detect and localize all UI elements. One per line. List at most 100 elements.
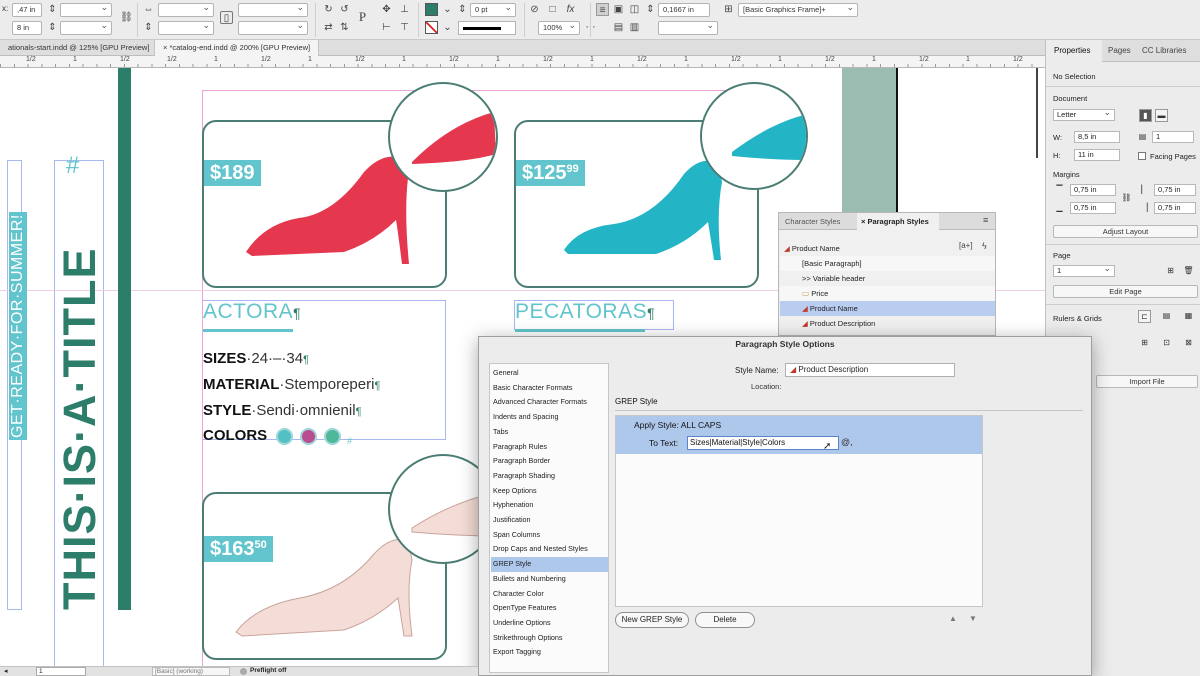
wrap-jump-icon[interactable]: ▤	[612, 21, 625, 34]
scale-x-field[interactable]	[158, 3, 214, 17]
add-page-icon[interactable]: ⊞	[1164, 265, 1177, 278]
category-item[interactable]: Basic Character Formats	[491, 381, 608, 396]
opacity-field[interactable]: 100%	[538, 21, 580, 35]
constrain-proportions-icon[interactable]: ⛓	[120, 11, 133, 24]
chevron-down-icon[interactable]: ⌄	[441, 21, 454, 34]
guides-icon[interactable]: ⊞	[1138, 337, 1151, 350]
lightning-icon[interactable]: ϟ	[982, 241, 987, 251]
rotate-field[interactable]	[238, 3, 308, 17]
category-item[interactable]: Tabs	[491, 425, 608, 440]
opacity-icon[interactable]: ⊘	[528, 3, 541, 16]
select-container-icon[interactable]: P	[356, 10, 369, 23]
category-item[interactable]: GREP Style	[491, 557, 608, 572]
style-name-field[interactable]: ◢ Product Description	[785, 363, 955, 377]
special-characters-icon[interactable]: @,	[841, 437, 853, 447]
fill-swatch[interactable]	[425, 3, 438, 16]
document-height-field[interactable]: 11 in	[1074, 149, 1120, 161]
smart-guides-icon[interactable]: ⊡	[1160, 337, 1173, 350]
stroke-swatch[interactable]	[425, 21, 438, 34]
category-item[interactable]: Keep Options	[491, 484, 608, 499]
pages-count-field[interactable]: 1	[1152, 131, 1194, 143]
panel-menu-icon[interactable]: ≡	[983, 215, 988, 225]
up-down-icon[interactable]: ⇕	[46, 3, 59, 16]
delete-button[interactable]: Delete	[695, 612, 755, 628]
tab-nationals-start[interactable]: ationals-start.indd @ 125% [GPU Preview]	[0, 40, 150, 56]
margin-top-field[interactable]: 0,75 in	[1070, 184, 1116, 196]
style-item-price[interactable]: ▭ Price	[780, 286, 995, 301]
distribute-icon[interactable]: ⊢	[380, 21, 393, 34]
style-item-basic-paragraph[interactable]: [Basic Paragraph]	[780, 256, 995, 271]
move-up-icon[interactable]: ▲	[949, 614, 957, 623]
select-next-icon[interactable]: ✥	[380, 3, 393, 16]
tab-paragraph-styles[interactable]: × Paragraph Styles	[857, 213, 939, 230]
preflight-status[interactable]: Preflight off	[250, 667, 286, 674]
category-item[interactable]: Justification	[491, 513, 608, 528]
landscape-icon[interactable]: ▬	[1155, 109, 1168, 122]
height-field[interactable]	[60, 21, 112, 35]
style-status-field[interactable]: [Basic] (working)	[152, 667, 230, 676]
wrap-around-icon[interactable]: ▣	[612, 3, 625, 16]
adjust-layout-button[interactable]: Adjust Layout	[1053, 225, 1198, 238]
baseline-grid-icon[interactable]: ▤	[1160, 310, 1173, 323]
stroke-type-field[interactable]	[458, 21, 516, 35]
snap-guides-icon[interactable]: ⊠	[1182, 337, 1195, 350]
category-item[interactable]: Strikethrough Options	[491, 631, 608, 646]
link-margins-icon[interactable]: ⛓	[1120, 192, 1133, 205]
trash-icon[interactable]: 🗑	[1182, 265, 1195, 278]
text-wrap-icon[interactable]: ≡	[596, 3, 609, 16]
category-item[interactable]: Paragraph Shading	[491, 469, 608, 484]
rulers-icon[interactable]: ⊏	[1138, 310, 1151, 323]
category-item[interactable]: Paragraph Border	[491, 454, 608, 469]
tab-pages[interactable]: Pages	[1108, 46, 1131, 55]
scale-x-icon[interactable]: ⇔	[142, 3, 155, 16]
lock-scale-icon[interactable]: ▯	[220, 11, 233, 24]
chevron-down-icon[interactable]: ⌄	[441, 3, 454, 16]
tab-cc-libraries[interactable]: CC Libraries	[1142, 46, 1186, 55]
wrap-column-icon[interactable]: ▥	[628, 21, 641, 34]
horizontal-ruler[interactable]: 1/2 1 1/2 1/2 1 1/2 1 1/2 1 1/2 1 1/2 1 1/2 1 1/2 1 1/2 1 1…	[0, 56, 1045, 68]
to-text-field[interactable]: Sizes|Material|Style|Colors	[687, 436, 839, 450]
flip-horizontal-icon[interactable]: ⇄	[322, 21, 335, 34]
wrap-shape-icon[interactable]: ◫	[628, 3, 641, 16]
new-grep-style-button[interactable]: New GREP Style	[615, 612, 689, 628]
import-file-button[interactable]: Import File	[1096, 375, 1198, 388]
shear-field[interactable]	[238, 21, 308, 35]
stroke-weight-icon[interactable]: ⇕	[456, 3, 469, 16]
object-style-dropdown[interactable]: [Basic Graphics Frame]+	[738, 3, 858, 17]
style-item-product-name[interactable]: ◢ Product Name	[780, 301, 995, 316]
width-field[interactable]	[60, 3, 112, 17]
page-nav-icon[interactable]: ◂	[4, 667, 8, 675]
gap-icon[interactable]: ⇕	[644, 3, 657, 16]
category-item[interactable]: OpenType Features	[491, 601, 608, 616]
gap-options-field[interactable]	[658, 21, 718, 35]
category-item[interactable]: Hyphenation	[491, 498, 608, 513]
drop-shadow-icon[interactable]: □	[546, 3, 559, 16]
category-item[interactable]: Span Columns	[491, 528, 608, 543]
align-icon[interactable]: ⊥	[398, 3, 411, 16]
category-item[interactable]: Bullets and Numbering	[491, 572, 608, 587]
x-position-field[interactable]: ,47 in	[12, 3, 42, 17]
tab-properties[interactable]: Properties	[1054, 46, 1090, 55]
flip-vertical-icon[interactable]: ⇅	[338, 21, 351, 34]
style-group-variable-header[interactable]: >> Variable header	[780, 271, 995, 286]
edit-page-button[interactable]: Edit Page	[1053, 285, 1198, 298]
portrait-icon[interactable]: ▮	[1139, 109, 1152, 122]
gap-field[interactable]: 0,1667 in	[658, 3, 710, 17]
margin-bottom-field[interactable]: 0,75 in	[1070, 202, 1116, 214]
tab-character-styles[interactable]: Character Styles	[779, 213, 855, 230]
move-down-icon[interactable]: ▼	[969, 614, 977, 623]
y-position-field[interactable]: 8 in	[12, 21, 42, 35]
category-item[interactable]: Underline Options	[491, 616, 608, 631]
category-item[interactable]: Export Tagging	[491, 645, 608, 660]
category-item[interactable]: Drop Caps and Nested Styles	[491, 542, 608, 557]
up-down-icon[interactable]: ⇕	[46, 21, 59, 34]
object-style-icon[interactable]: ⊞	[722, 3, 735, 16]
rotate-cw-icon[interactable]: ↻	[322, 3, 335, 16]
scale-y-field[interactable]	[158, 21, 214, 35]
new-style-from-icon[interactable]: [a+]	[959, 241, 973, 250]
tab-catalog-end[interactable]: × *catalog-end.indd @ 200% [GPU Preview]	[154, 40, 319, 56]
page-number-field[interactable]: 1	[36, 667, 86, 676]
category-item[interactable]: Indents and Spacing	[491, 410, 608, 425]
document-grid-icon[interactable]: ▦	[1182, 310, 1195, 323]
rotate-ccw-icon[interactable]: ↺	[338, 3, 351, 16]
